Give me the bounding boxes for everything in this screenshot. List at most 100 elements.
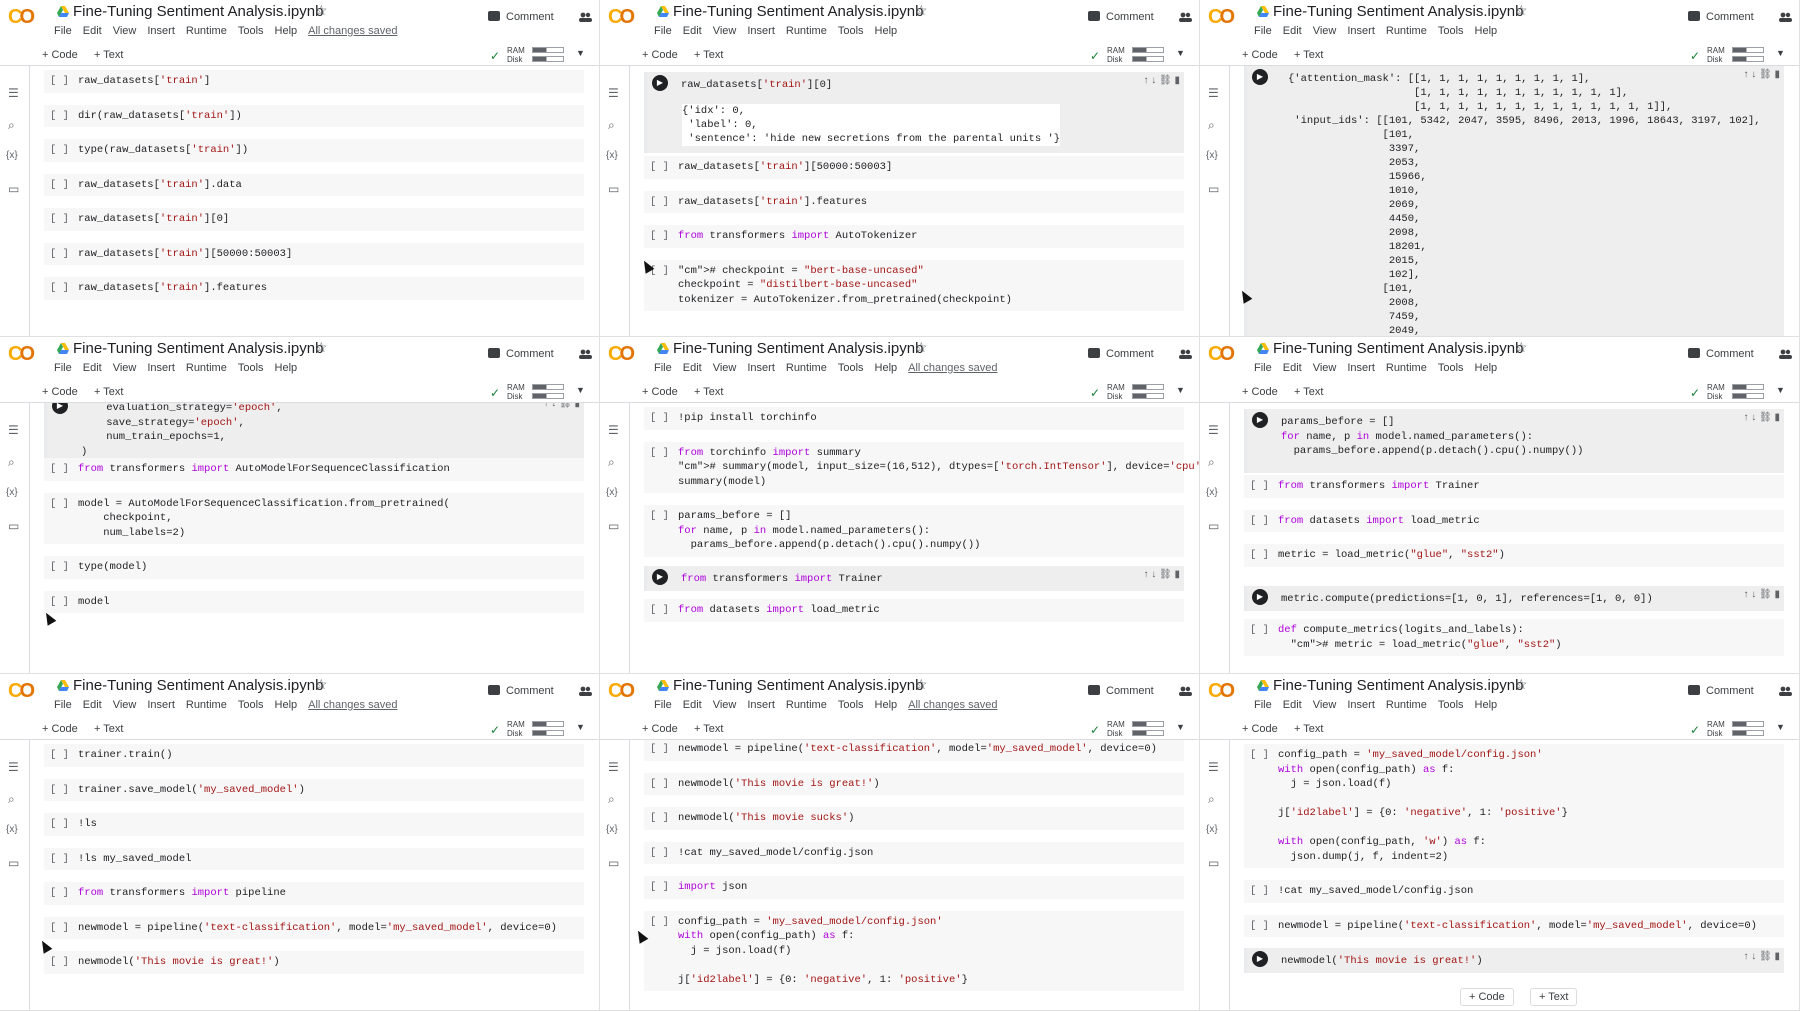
run-cell-button[interactable]: [ ] xyxy=(1250,548,1269,563)
menu-file[interactable]: File xyxy=(54,699,72,711)
resource-meter[interactable] xyxy=(1732,384,1764,402)
menu-tools[interactable]: Tools xyxy=(238,362,264,374)
search-icon[interactable]: ⌕ xyxy=(8,792,15,807)
menu-view[interactable]: View xyxy=(1313,699,1337,711)
run-cell-button[interactable]: [ ] xyxy=(50,109,69,124)
cell-code[interactable]: raw_datasets['train'].features xyxy=(678,195,867,210)
code-cell[interactable]: [ ] import json xyxy=(644,876,1184,899)
code-cell[interactable]: [ ] !cat my_saved_model/config.json xyxy=(1244,880,1784,903)
variables-icon[interactable]: {x} xyxy=(6,824,18,835)
cell-code[interactable]: from transformers import pipeline xyxy=(78,886,286,901)
star-icon[interactable]: ☆ xyxy=(1515,676,1528,693)
menu-tools[interactable]: Tools xyxy=(238,699,264,711)
comment-button[interactable]: Comment xyxy=(1088,348,1154,360)
cell-toolbar[interactable]: ↑ ↓ ⛓ ▮ xyxy=(1143,74,1180,89)
run-cell-button[interactable]: [ ] xyxy=(50,497,69,512)
cell-code[interactable]: from torchinfo import summary "cm"># sum… xyxy=(678,446,1199,490)
resource-meter[interactable] xyxy=(1732,47,1764,65)
share-people-icon[interactable] xyxy=(1778,686,1792,696)
files-icon[interactable]: ▭ xyxy=(8,519,19,533)
menu-insert[interactable]: Insert xyxy=(1347,699,1375,711)
cell-code[interactable]: from transformers import Trainer xyxy=(1278,479,1480,494)
menu-edit[interactable]: Edit xyxy=(1283,362,1302,374)
run-cell-button[interactable]: [ ] xyxy=(50,560,69,575)
cell-code[interactable]: params_before = [] for name, p in model.… xyxy=(678,509,980,553)
toc-icon[interactable]: ☰ xyxy=(1208,760,1219,774)
runtime-dropdown-icon[interactable]: ▼ xyxy=(1776,385,1785,395)
run-cell-button[interactable]: [ ] xyxy=(50,817,69,832)
cell-code[interactable]: def compute_metrics(logits_and_labels): … xyxy=(1278,623,1562,652)
add-code-button[interactable]: + Code xyxy=(1242,723,1278,735)
star-icon[interactable]: ☆ xyxy=(915,676,928,693)
menu-edit[interactable]: Edit xyxy=(683,362,702,374)
run-cell-button[interactable]: [ ] xyxy=(650,195,669,210)
menu-view[interactable]: View xyxy=(713,25,737,37)
resource-meter[interactable] xyxy=(1132,47,1164,65)
code-cell[interactable]: [ ] from datasets import load_metric xyxy=(1244,509,1784,532)
notebook-title[interactable]: Fine-Tuning Sentiment Analysis.ipynb xyxy=(1273,3,1523,20)
toc-icon[interactable]: ☰ xyxy=(608,86,619,100)
active-code-cell[interactable]: ▶ metric.compute(predictions=[1, 0, 1], … xyxy=(1244,586,1784,611)
resource-labels[interactable]: RAM Disk xyxy=(507,383,525,401)
add-text-button[interactable]: + Text xyxy=(694,723,723,735)
code-cell[interactable]: [ ] from transformers import Trainer xyxy=(1244,475,1784,498)
star-icon[interactable]: ☆ xyxy=(315,676,328,693)
files-icon[interactable]: ▭ xyxy=(8,856,19,870)
variables-icon[interactable]: {x} xyxy=(1206,824,1218,835)
menu-runtime[interactable]: Runtime xyxy=(186,362,227,374)
code-cell[interactable]: [ ] !ls my_saved_model xyxy=(44,847,584,870)
cell-code[interactable]: model xyxy=(78,595,110,610)
runtime-dropdown-icon[interactable]: ▼ xyxy=(1176,385,1185,395)
star-icon[interactable]: ☆ xyxy=(915,2,928,19)
save-status[interactable]: All changes saved xyxy=(908,362,997,374)
cell-code[interactable]: !ls xyxy=(78,817,97,832)
add-text-button[interactable]: + Text xyxy=(1294,723,1323,735)
notebook-body[interactable]: [ ] !pip install torchinfo [ ] from torc… xyxy=(630,403,1199,673)
files-icon[interactable]: ▭ xyxy=(1208,182,1219,196)
code-cell[interactable]: [ ] raw_datasets['train'].features xyxy=(644,190,1184,213)
menu-view[interactable]: View xyxy=(713,362,737,374)
code-cell[interactable]: [ ] config_path = 'my_saved_model/config… xyxy=(644,910,1184,991)
code-cell[interactable]: [ ] dir(raw_datasets['train']) xyxy=(44,104,584,127)
menu-insert[interactable]: Insert xyxy=(1347,25,1375,37)
add-code-button[interactable]: + Code xyxy=(42,386,78,398)
runtime-dropdown-icon[interactable]: ▼ xyxy=(1776,48,1785,58)
add-code-button[interactable]: + Code xyxy=(42,723,78,735)
code-cell[interactable]: [ ] metric = load_metric("glue", "sst2") xyxy=(1244,544,1784,567)
run-cell-button[interactable]: [ ] xyxy=(1250,479,1269,494)
star-icon[interactable]: ☆ xyxy=(1515,339,1528,356)
run-cell-button[interactable]: [ ] xyxy=(50,595,69,610)
menu-runtime[interactable]: Runtime xyxy=(786,25,827,37)
toc-icon[interactable]: ☰ xyxy=(1208,423,1219,437)
menu-insert[interactable]: Insert xyxy=(747,699,775,711)
cell-code[interactable]: from transformers import Trainer xyxy=(681,572,883,587)
toc-icon[interactable]: ☰ xyxy=(8,86,19,100)
code-cell[interactable]: [ ] !pip install torchinfo xyxy=(644,407,1184,430)
add-text-button[interactable]: + Text xyxy=(94,49,123,61)
notebook-body[interactable]: [ ] trainer.train() [ ] trainer.save_mod… xyxy=(30,740,599,1010)
run-cell-button[interactable]: [ ] xyxy=(50,74,69,89)
save-status[interactable]: All changes saved xyxy=(908,699,997,711)
cell-code[interactable]: "cm"># checkpoint = "bert-base-uncased" … xyxy=(678,264,1012,308)
share-people-icon[interactable] xyxy=(1178,12,1192,22)
cell-toolbar[interactable]: ↑ ↓ ⛓ ▮ xyxy=(1743,411,1780,426)
menu-file[interactable]: File xyxy=(654,25,672,37)
cell-code[interactable]: metric = load_metric("glue", "sst2") xyxy=(1278,548,1505,563)
code-cell[interactable]: [ ] from transformers import AutoTokeniz… xyxy=(644,225,1184,248)
resource-labels[interactable]: RAM Disk xyxy=(1707,383,1725,401)
cell-code[interactable]: !pip install torchinfo xyxy=(678,411,817,426)
menu-help[interactable]: Help xyxy=(1475,25,1498,37)
variables-icon[interactable]: {x} xyxy=(6,487,18,498)
run-cell-button[interactable]: [ ] xyxy=(50,247,69,262)
run-cell-button[interactable]: [ ] xyxy=(50,886,69,901)
cell-code[interactable]: dir(raw_datasets['train']) xyxy=(78,109,242,124)
code-cell[interactable]: [ ] config_path = 'my_saved_model/config… xyxy=(1244,744,1784,868)
menu-edit[interactable]: Edit xyxy=(83,362,102,374)
share-people-icon[interactable] xyxy=(1778,12,1792,22)
code-cell[interactable]: [ ] def compute_metrics(logits_and_label… xyxy=(1244,619,1784,656)
menu-runtime[interactable]: Runtime xyxy=(786,699,827,711)
files-icon[interactable]: ▭ xyxy=(608,182,619,196)
notebook-body[interactable]: ▶ raw_datasets['train'][0] ↑ ↓ ⛓ ▮ {'idx… xyxy=(630,66,1199,336)
menu-insert[interactable]: Insert xyxy=(147,362,175,374)
code-cell[interactable]: [ ] "cm"># checkpoint = "bert-base-uncas… xyxy=(644,259,1184,311)
